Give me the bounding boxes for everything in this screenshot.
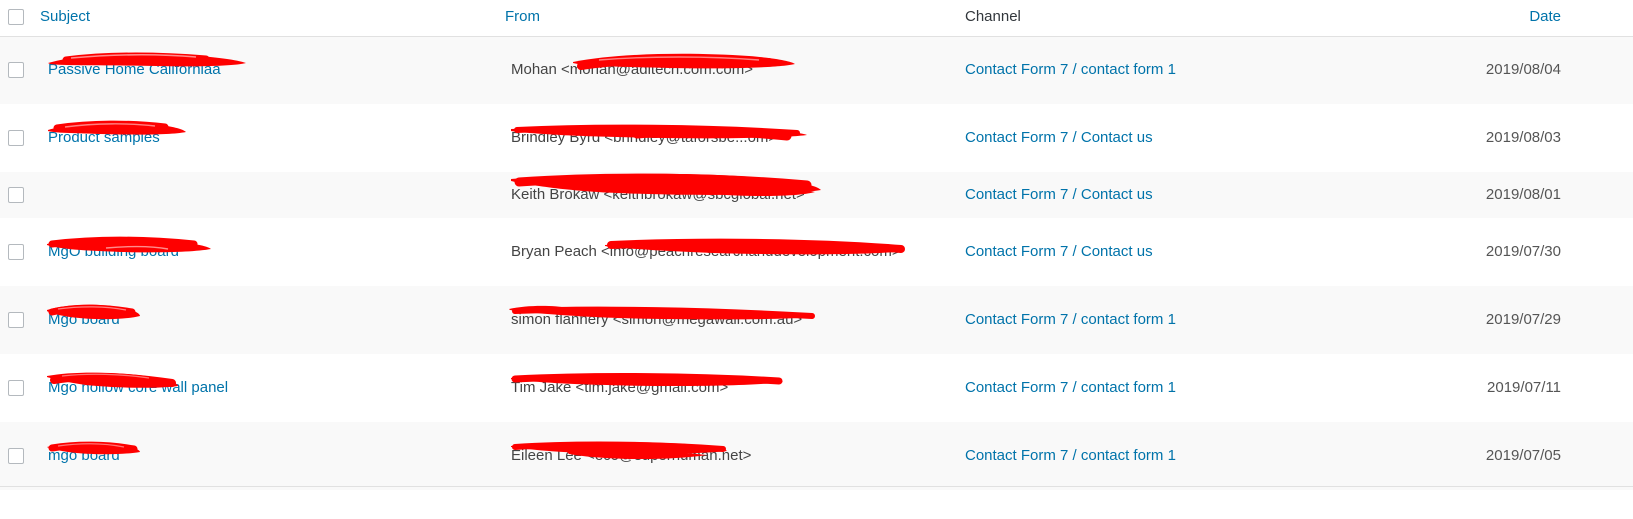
cell-from: Keith Brokaw <keithbrokaw@sbcglobal.net>: [505, 172, 965, 218]
cell-subject: Product samples: [40, 104, 505, 172]
cell-date: 2019/08/04: [1485, 61, 1561, 79]
cell-date: 2019/07/29: [1485, 310, 1561, 328]
from-text: Bryan Peach <info@peachresearchanddevelo…: [511, 242, 901, 260]
cell-channel: Contact Form 7 / Contact us: [965, 104, 1420, 172]
subject-link[interactable]: Passive Home Californiaa: [48, 60, 221, 80]
channel-link[interactable]: Contact Form 7 / Contact us: [965, 243, 1153, 260]
cell-subject: mgo board: [40, 422, 505, 490]
table-header: Subject From Channel Date: [0, 0, 1633, 37]
table-row[interactable]: Passive Home Californiaa Mohan <mohan@ad…: [0, 36, 1633, 104]
cell-date: 2019/07/11: [1487, 378, 1561, 396]
cell-subject: Mgo hollow core wall panel: [40, 354, 505, 422]
cell-subject: [40, 172, 505, 218]
row-select-cell: [0, 172, 40, 218]
row-select-cell: [0, 422, 40, 490]
column-header-from[interactable]: From: [505, 0, 965, 37]
from-text: simon flannery <simon@megawall.com.au>: [511, 310, 803, 328]
row-select-cell: [0, 286, 40, 354]
cell-date: 2019/07/05: [1485, 446, 1561, 464]
row-checkbox[interactable]: [8, 62, 24, 79]
subject-link[interactable]: MgO building board: [48, 242, 179, 262]
cell-channel: Contact Form 7 / contact form 1: [965, 37, 1420, 104]
cell-date: 2019/08/01: [1485, 185, 1561, 203]
cell-from: Brindley Byrd <brindley@taforsbe...om>: [505, 104, 965, 172]
cell-subject: MgO building board: [40, 218, 505, 286]
column-header-date[interactable]: Date: [1420, 0, 1633, 37]
cell-from: Tim Jake <tim.jake@gmail.com>: [505, 354, 965, 422]
cell-channel: Contact Form 7 / contact form 1: [965, 422, 1420, 490]
row-select-cell: [0, 104, 40, 172]
subject-link[interactable]: mgo board: [48, 446, 120, 466]
row-checkbox[interactable]: [8, 186, 24, 203]
from-text: Tim Jake <tim.jake@gmail.com>: [511, 378, 729, 396]
row-checkbox[interactable]: [8, 129, 24, 146]
row-checkbox[interactable]: [8, 447, 24, 464]
cell-from: Bryan Peach <info@peachresearchanddevelo…: [505, 218, 965, 286]
from-text: Eileen Lee <eco@superhuman.net>: [511, 446, 752, 464]
from-text: Brindley Byrd <brindley@taforsbe...om>: [511, 128, 778, 146]
row-select-cell: [0, 37, 40, 104]
cell-channel: Contact Form 7 / Contact us: [965, 218, 1420, 286]
cell-date: 2019/08/03: [1485, 128, 1561, 146]
from-text: Keith Brokaw <keithbrokaw@sbcglobal.net>: [511, 185, 805, 203]
cell-subject: Mgo board: [40, 286, 505, 354]
cell-channel: Contact Form 7 / Contact us: [965, 172, 1420, 218]
select-all-header: [0, 0, 40, 37]
cell-from: simon flannery <simon@megawall.com.au>: [505, 286, 965, 354]
table-row[interactable]: Product samples Brindley Byrd <brindley@…: [0, 103, 1633, 172]
channel-link[interactable]: Contact Form 7 / Contact us: [965, 129, 1153, 146]
row-checkbox[interactable]: [8, 379, 24, 396]
column-header-channel: Channel: [965, 0, 1420, 37]
channel-link[interactable]: Contact Form 7 / contact form 1: [965, 61, 1176, 78]
column-header-subject[interactable]: Subject: [40, 0, 505, 37]
row-checkbox[interactable]: [8, 243, 24, 260]
row-select-cell: [0, 354, 40, 422]
select-all-checkbox[interactable]: [8, 9, 24, 26]
table-row[interactable]: Keith Brokaw <keithbrokaw@sbcglobal.net>…: [0, 171, 1633, 218]
table-row[interactable]: MgO building board Bryan Peach <info@pea…: [0, 217, 1633, 286]
channel-link[interactable]: Contact Form 7 / contact form 1: [965, 379, 1176, 396]
channel-link[interactable]: Contact Form 7 / contact form 1: [965, 447, 1176, 464]
from-text: Mohan <mohan@adltech.com.com>: [511, 61, 754, 79]
row-select-cell: [0, 218, 40, 286]
table-bottom-divider: [0, 486, 1633, 487]
cell-from: Mohan <mohan@adltech.com.com>: [505, 37, 965, 104]
flamingo-inbound-messages-table: Subject From Channel Date Passive Home C…: [0, 0, 1633, 490]
channel-link[interactable]: Contact Form 7 / contact form 1: [965, 311, 1176, 328]
table-body: Passive Home Californiaa Mohan <mohan@ad…: [0, 36, 1633, 490]
subject-link[interactable]: Mgo board: [48, 310, 120, 330]
table-row[interactable]: mgo board Eileen Lee <eco@superhuman.net…: [0, 421, 1633, 490]
table-header-row: Subject From Channel Date: [0, 0, 1633, 37]
cell-channel: Contact Form 7 / contact form 1: [965, 286, 1420, 354]
cell-channel: Contact Form 7 / contact form 1: [965, 354, 1420, 422]
cell-from: Eileen Lee <eco@superhuman.net>: [505, 422, 965, 490]
table-row[interactable]: Mgo board simon flannery <simon@megawall…: [0, 285, 1633, 354]
channel-link[interactable]: Contact Form 7 / Contact us: [965, 186, 1153, 203]
subject-link[interactable]: Mgo hollow core wall panel: [48, 378, 228, 398]
subject-link[interactable]: Product samples: [48, 128, 160, 148]
cell-subject: Passive Home Californiaa: [40, 37, 505, 104]
cell-date: 2019/07/30: [1485, 242, 1561, 260]
row-checkbox[interactable]: [8, 311, 24, 328]
table-row[interactable]: Mgo hollow core wall panel Tim Jake <tim…: [0, 353, 1633, 422]
